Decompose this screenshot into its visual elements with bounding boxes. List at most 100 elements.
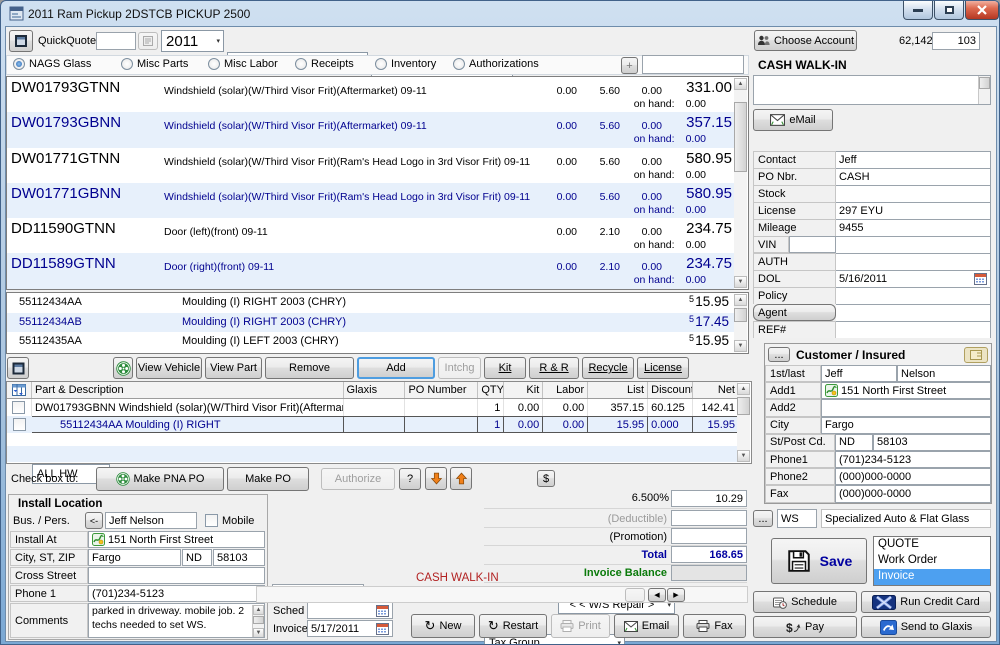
view-vehicle-button[interactable]: View Vehicle (136, 357, 202, 379)
customer-more-button[interactable]: ... (768, 347, 790, 362)
make-po-button[interactable]: Make PO (227, 467, 309, 491)
shop-more-button[interactable]: ... (753, 510, 773, 527)
recycle-button[interactable]: Recycle (582, 357, 634, 379)
phone2-field[interactable]: (000)000-0000 (835, 468, 991, 485)
phone1-field[interactable]: (701)234-5123 (835, 451, 991, 468)
remove-button[interactable]: Remove (265, 357, 354, 379)
notes-scrollbar[interactable] (978, 76, 990, 104)
glass-row[interactable]: DD11590GTNNDoor (left)(front) 09-110.002… (7, 218, 734, 253)
glass-row[interactable]: DW01793GTNNWindshield (solar)(W/Third Vi… (7, 77, 734, 112)
form-lookup-button[interactable] (138, 32, 158, 50)
doc-type-invoice-selected[interactable]: Invoice (874, 569, 990, 585)
category-authorizations[interactable]: Authorizations (453, 58, 539, 70)
sched-date-field[interactable] (307, 602, 393, 619)
new-button[interactable]: ↻New (411, 614, 475, 638)
cross-street-field[interactable] (88, 567, 265, 584)
print-button[interactable]: Print (551, 614, 610, 638)
zip-field[interactable]: 58103 (873, 434, 991, 451)
account-notes-input[interactable] (753, 75, 991, 105)
shop-code-field[interactable]: WS (777, 509, 817, 528)
po-nbr-field[interactable]: CASH (836, 168, 991, 185)
row-select-cell[interactable] (7, 416, 32, 433)
dollar-button[interactable]: $ (537, 470, 555, 487)
glass-list-scrollbar[interactable]: ▲▼ (734, 78, 747, 288)
col-glaxis[interactable]: Glaxis (344, 382, 406, 398)
scroll-thumb[interactable] (253, 616, 264, 624)
auth-field[interactable] (836, 253, 991, 270)
agent-field[interactable] (836, 304, 991, 321)
category-receipts[interactable]: Receipts (295, 58, 354, 70)
promotion-field[interactable] (671, 528, 747, 544)
move-down-button[interactable] (425, 467, 447, 490)
pay-button[interactable]: $Pay (753, 616, 857, 638)
scroll-up-icon[interactable]: ▲ (734, 78, 747, 90)
policy-field[interactable] (836, 287, 991, 304)
doc-type-quote[interactable]: QUOTE (874, 537, 990, 553)
close-icon[interactable] (965, 1, 999, 20)
scroll-up-icon[interactable]: ▲ (734, 294, 747, 306)
fax-field[interactable]: (000)000-0000 (835, 485, 991, 502)
vin-field[interactable] (836, 236, 991, 253)
glass-row[interactable]: DD11589GTNNDoor (right)(front) 09-110.00… (7, 253, 734, 288)
moulding-list-scrollbar[interactable]: ▲▼ (734, 294, 747, 352)
city-field[interactable]: Fargo (88, 549, 181, 566)
scroll-down-icon[interactable]: ▼ (734, 340, 747, 352)
add2-field[interactable] (821, 399, 991, 416)
moulding-row[interactable]: 55112434AAMoulding (I) RIGHT 2003 (CHRY)… (7, 293, 734, 313)
city-field[interactable]: Fargo (821, 417, 991, 434)
part-search-input[interactable] (642, 55, 744, 74)
stock-field[interactable] (836, 185, 991, 202)
scroll-down-icon[interactable]: ▼ (734, 276, 747, 288)
license-field[interactable]: 297 EYU (836, 202, 991, 219)
grid-select-header[interactable] (7, 382, 32, 398)
email-button[interactable]: Email (614, 614, 679, 638)
save-button[interactable]: Save (771, 538, 867, 584)
send-to-glaxis-button[interactable]: Send to Glaxis (861, 616, 991, 638)
category-nags-glass[interactable]: NAGS Glass (13, 58, 91, 70)
choose-account-button[interactable]: Choose Account (754, 30, 857, 51)
calendar-icon[interactable] (376, 605, 389, 617)
glass-row[interactable]: DW01793GBNNWindshield (solar)(W/Third Vi… (7, 112, 734, 147)
bus-pers-input[interactable]: Jeff Nelson (105, 512, 197, 529)
year-select[interactable]: 2011▾ (161, 30, 224, 52)
license-button[interactable]: License (637, 357, 689, 379)
scroll-thumb[interactable] (734, 102, 747, 172)
intchg-button[interactable]: Intchg (438, 357, 481, 379)
checkbox-icon[interactable] (13, 418, 26, 431)
category-misc-parts[interactable]: Misc Parts (121, 58, 188, 70)
calendar-icon[interactable] (974, 273, 987, 285)
add1-field[interactable]: 151 North First Street (821, 382, 991, 399)
schedule-button[interactable]: Schedule (753, 591, 857, 613)
map-icon[interactable] (825, 384, 838, 397)
authorize-button[interactable]: Authorize (321, 468, 395, 490)
glass-row[interactable]: DW01771GBNNWindshield (solar)(W/Third Vi… (7, 183, 734, 218)
scroll-thumb[interactable] (734, 308, 747, 322)
quickquote-input[interactable] (96, 32, 136, 50)
category-misc-labor[interactable]: Misc Labor (208, 58, 278, 70)
kit-button[interactable]: Kit (484, 357, 526, 379)
pna-network-button[interactable] (113, 357, 133, 379)
help-button[interactable]: ? (399, 468, 421, 490)
agent-button[interactable]: Agent (753, 304, 836, 321)
order-row-selected[interactable]: 55112434AA Moulding (I) RIGHT 1 0.00 0.0… (7, 416, 738, 433)
scroll-up-icon[interactable]: ▲ (253, 605, 264, 615)
mobile-checkbox[interactable] (205, 514, 218, 527)
record-number-input[interactable]: 103 (932, 32, 980, 50)
state-field[interactable]: ND (835, 434, 873, 451)
parts-view-button[interactable] (7, 357, 29, 379)
add-tab-button[interactable]: + (621, 57, 638, 74)
glass-row[interactable]: DW01771GTNNWindshield (solar)(W/Third Vi… (7, 148, 734, 183)
contact-field[interactable]: Jeff (836, 151, 991, 168)
nav-next-button[interactable]: ▶ (667, 588, 685, 602)
col-discount[interactable]: Discount (648, 382, 693, 398)
scroll-down-icon[interactable]: ▼ (737, 450, 750, 462)
ref-field[interactable] (836, 321, 991, 338)
customer-notes-button[interactable] (964, 347, 988, 363)
restart-button[interactable]: ↻Restart (479, 614, 547, 638)
grid-scrollbar[interactable]: ▲▼ (737, 383, 750, 462)
doc-type-work-order[interactable]: Work Order (874, 553, 990, 569)
nav-extra-button[interactable] (625, 588, 645, 602)
phone1-field[interactable]: (701)234-5123 (88, 585, 265, 602)
category-inventory[interactable]: Inventory (375, 58, 436, 70)
r-and-r-button[interactable]: R & R (529, 357, 579, 379)
